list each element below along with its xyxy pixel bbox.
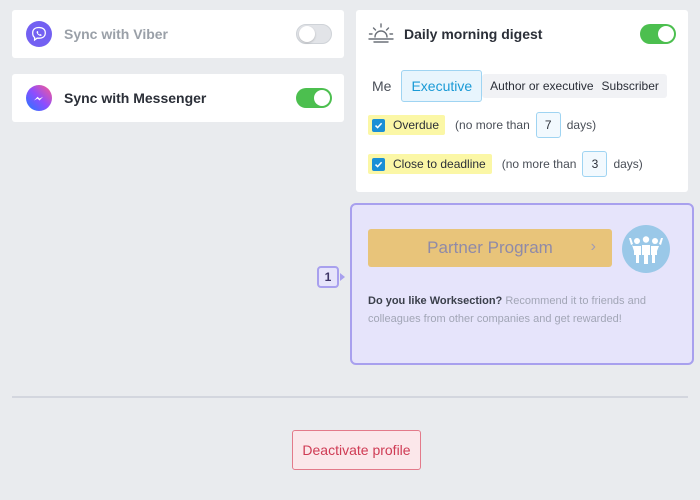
sunrise-icon	[368, 20, 394, 49]
overdue-prefix: (no more than	[455, 118, 530, 132]
tab-group-other: Author or executive Subscriber	[482, 74, 667, 98]
overdue-label: Overdue	[393, 118, 440, 132]
toggle-knob	[299, 26, 315, 42]
partner-program-button[interactable]: Partner Program ›	[368, 229, 612, 267]
tab-executive[interactable]: Executive	[401, 70, 483, 102]
daily-digest-card: Daily morning digest Me Executive Author…	[356, 10, 688, 192]
deadline-days-input[interactable]: 3	[582, 151, 608, 177]
step-badge: 1	[317, 266, 339, 288]
deadline-prefix: (no more than	[501, 157, 577, 171]
people-group-icon	[622, 225, 670, 273]
deadline-row: Close to deadline (no more than 3 days)	[368, 151, 643, 177]
overdue-suffix: days)	[566, 118, 597, 132]
overdue-highlight: Overdue	[368, 115, 446, 135]
partner-question: Do you like Worksection?	[368, 295, 503, 307]
viber-sync-toggle[interactable]	[296, 24, 332, 44]
overdue-checkbox[interactable]	[372, 118, 385, 132]
partner-description: Do you like Worksection? Recommend it to…	[368, 292, 678, 328]
messenger-icon	[26, 85, 52, 111]
digest-toggle[interactable]	[640, 24, 676, 44]
viber-icon	[26, 21, 52, 47]
chevron-right-icon: ›	[590, 238, 596, 255]
deadline-label: Close to deadline	[393, 157, 486, 171]
overdue-row: Overdue (no more than 7 days)	[368, 112, 596, 138]
deadline-checkbox[interactable]	[372, 157, 385, 171]
overdue-days-input[interactable]: 7	[535, 112, 561, 138]
toggle-knob	[314, 90, 330, 106]
tab-me[interactable]: Me	[368, 78, 401, 94]
tab-author-or-executive[interactable]: Author or executive	[486, 79, 597, 93]
deactivate-profile-button[interactable]: Deactivate profile	[292, 430, 421, 470]
deadline-suffix: days)	[613, 157, 643, 171]
messenger-sync-card: Sync with Messenger	[12, 74, 344, 122]
viber-sync-card: Sync with Viber	[12, 10, 344, 58]
section-divider	[12, 396, 688, 398]
digest-title: Daily morning digest	[404, 26, 543, 42]
viber-sync-label: Sync with Viber	[64, 26, 168, 42]
badge-pointer	[340, 273, 345, 281]
deadline-highlight: Close to deadline	[368, 154, 492, 174]
toggle-knob	[658, 26, 674, 42]
tab-subscriber[interactable]: Subscriber	[598, 79, 663, 93]
partner-program-card: Partner Program › Do you like Worksectio…	[350, 203, 694, 365]
partner-program-label: Partner Program	[427, 238, 553, 257]
messenger-sync-label: Sync with Messenger	[64, 90, 207, 106]
recipient-role-tabs: Me Executive Author or executive Subscri…	[368, 70, 676, 102]
messenger-sync-toggle[interactable]	[296, 88, 332, 108]
